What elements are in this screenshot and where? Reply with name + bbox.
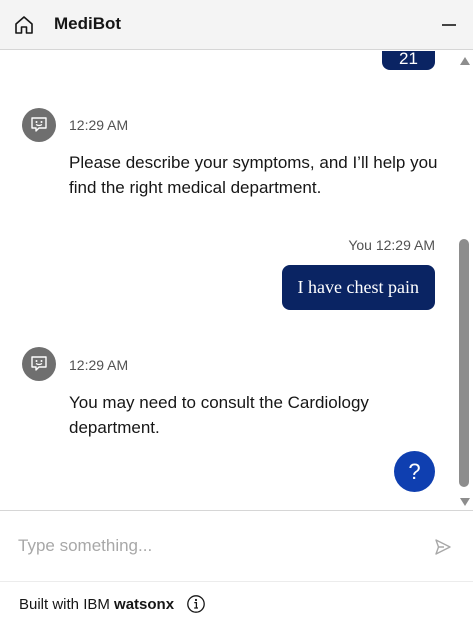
bot-message-text: You may need to consult the Cardiology d… — [69, 393, 369, 437]
input-area — [0, 510, 473, 581]
chat-bot-icon — [31, 356, 47, 371]
brand-name: watsonx — [114, 596, 175, 613]
chat-bot-icon — [31, 117, 47, 132]
minimize-icon — [442, 24, 456, 26]
message-list[interactable]: 21 12:29 AM Please describe your symptom… — [0, 51, 473, 510]
bot-message-text: Please describe your symptoms, and I’ll … — [69, 153, 438, 197]
user-message-meta: You 12:29 AM — [348, 237, 435, 253]
info-icon — [187, 595, 205, 613]
message-input[interactable] — [18, 533, 408, 559]
built-with-label: Built with IBM — [19, 596, 110, 613]
info-button[interactable] — [186, 594, 206, 614]
minimize-button[interactable] — [437, 13, 461, 37]
scrollbar[interactable] — [457, 51, 473, 510]
scroll-thumb[interactable] — [459, 239, 469, 487]
bot-avatar — [22, 108, 56, 142]
bot-avatar — [22, 347, 56, 381]
home-button[interactable] — [12, 13, 36, 37]
send-button[interactable] — [433, 537, 453, 557]
footer: Built with IBM watsonx — [0, 581, 473, 624]
send-icon — [435, 539, 451, 555]
message-timestamp: 12:29 AM — [69, 357, 129, 373]
scroll-up-arrow-icon[interactable] — [460, 57, 470, 65]
message-timestamp: 12:29 AM — [375, 237, 435, 253]
help-button[interactable]: ? — [394, 451, 435, 492]
scroll-down-arrow-icon[interactable] — [460, 498, 470, 506]
footer-text: Built with IBM watsonx — [19, 596, 174, 613]
previous-user-bubble: 21 — [382, 51, 435, 70]
user-message-bubble: I have chest pain — [281, 265, 435, 310]
chat-header: MediBot — [0, 0, 473, 50]
message-timestamp: 12:29 AM — [69, 117, 129, 133]
sender-label: You — [348, 237, 372, 253]
home-icon — [15, 16, 33, 34]
app-title: MediBot — [54, 14, 122, 33]
